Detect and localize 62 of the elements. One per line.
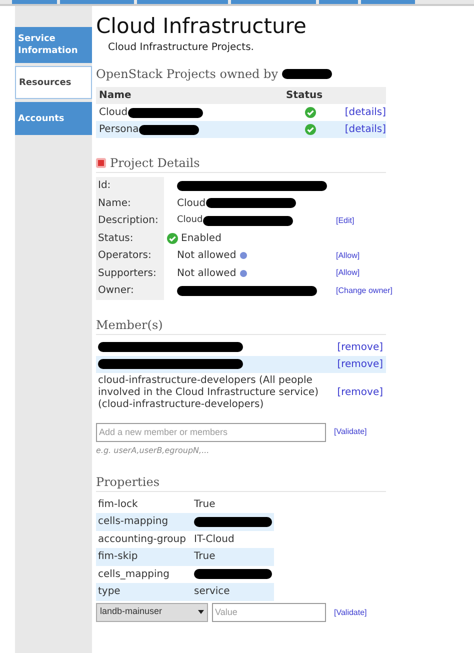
section-heading: OpenStack Projects owned by	[96, 66, 278, 83]
field-label: Owner:	[96, 282, 164, 300]
nav-tab[interactable]	[319, 0, 358, 4]
section-heading: Member(s)	[96, 316, 163, 334]
field-label: Description:	[96, 212, 164, 230]
link[interactable]: [remove]	[337, 340, 383, 354]
nav-tab[interactable]	[60, 0, 134, 4]
nav-tab[interactable]	[137, 0, 228, 4]
info-icon	[240, 270, 248, 277]
field-label: Supporters:	[96, 264, 164, 282]
property-key: accounting-group	[98, 532, 194, 547]
check-icon	[305, 124, 316, 135]
column-header: Status	[286, 89, 323, 103]
field-value: Enabled	[181, 232, 222, 246]
property-key: type	[98, 584, 194, 600]
section-heading: Properties	[96, 474, 160, 490]
property-key: fim-skip	[98, 549, 194, 564]
section-heading: Project Details	[110, 155, 200, 172]
table-cell-text: Cloud	[99, 106, 128, 120]
property-value: True	[194, 550, 216, 564]
nav-tab[interactable]	[12, 0, 57, 4]
column-header: Name	[98, 89, 132, 103]
property-key: cells-mapping	[98, 514, 194, 530]
property-key: fim-lock	[98, 496, 194, 512]
sidebar-item[interactable]: Resources	[15, 66, 92, 99]
link[interactable]: [Validate]	[334, 426, 367, 438]
field-label: Operators:	[96, 247, 164, 264]
link[interactable]: [Allow]	[336, 250, 360, 262]
link[interactable]: [Validate]	[334, 608, 367, 616]
field-value: Not allowed	[177, 249, 236, 264]
nav-tab[interactable]	[361, 0, 415, 4]
link[interactable]: [details]	[344, 122, 386, 137]
page-title: Cloud Infrastructure	[96, 14, 308, 38]
member-input-field[interactable]: Add a new member or members	[96, 422, 326, 442]
check-icon	[167, 232, 178, 244]
link[interactable]: [remove]	[337, 385, 383, 400]
field-value: Cloud	[177, 214, 203, 227]
property-value: True	[194, 498, 216, 512]
field-label: Name:	[96, 194, 164, 212]
field-label: Id:	[96, 177, 164, 194]
field-value: Cloud	[177, 196, 206, 211]
property-key: cells_mapping	[98, 566, 194, 582]
link[interactable]: [remove]	[337, 356, 383, 372]
property-value: service	[194, 585, 230, 600]
dropdown-caret-icon	[198, 610, 204, 614]
value-input-field[interactable]: Value	[212, 602, 326, 622]
member-name: cloud-infrastructure-developers (All people involved in the Cloud Infrastructure service) (cloud-infrastructure-developers)	[98, 374, 320, 412]
nav-tab[interactable]	[231, 0, 316, 4]
project-icon	[96, 158, 106, 168]
page-subtitle: Cloud Infrastructure Projects.	[108, 41, 255, 55]
table-cell-text: Persona	[99, 123, 139, 137]
link[interactable]: [Allow]	[336, 267, 360, 280]
property-value: IT-Cloud	[194, 532, 234, 547]
info-icon	[240, 252, 248, 260]
link[interactable]: [Edit]	[336, 214, 354, 227]
field-label: Status:	[96, 230, 164, 247]
link[interactable]: [details]	[344, 105, 386, 120]
input-hint: e.g. userA,userB,egroupN,...	[96, 444, 210, 456]
field-value: Not allowed	[177, 266, 236, 281]
link[interactable]: [Change owner]	[336, 284, 392, 297]
check-icon	[305, 106, 316, 118]
property-select[interactable]: landb-mainuser	[96, 602, 208, 622]
